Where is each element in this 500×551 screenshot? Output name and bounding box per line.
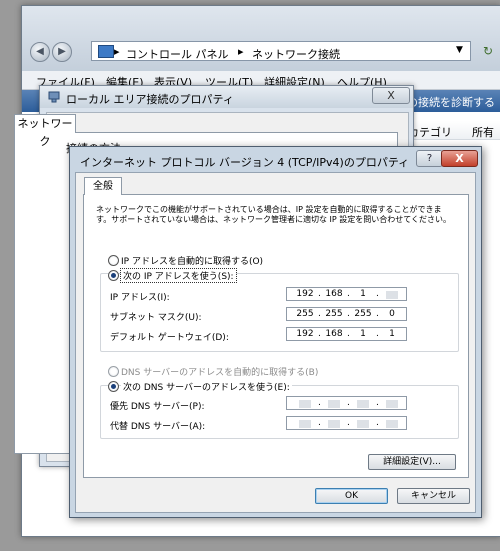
tab-general[interactable]: 全般 bbox=[84, 177, 122, 195]
subnet-mask-field[interactable]: 255 . 255 . 255 . 0 bbox=[286, 307, 407, 321]
breadcrumb-network-connections[interactable]: ネットワーク接続 bbox=[252, 46, 340, 62]
back-button[interactable]: ◀ bbox=[30, 42, 50, 62]
ip-auto-radio[interactable] bbox=[108, 255, 119, 266]
ok-button[interactable]: OK bbox=[315, 488, 388, 504]
alternate-dns-field[interactable]: . . . bbox=[286, 416, 407, 430]
gateway-octet-4: 1 bbox=[389, 329, 395, 339]
breadcrumb-separator: ▸ bbox=[238, 45, 244, 58]
lac-title: ローカル エリア接続のプロパティ bbox=[66, 93, 234, 106]
ip-octet-3: 1 bbox=[360, 289, 366, 299]
gateway-octet-2: 168 bbox=[325, 329, 343, 339]
refresh-icon[interactable]: ↻ bbox=[480, 42, 496, 60]
dns-manual-label[interactable]: 次の DNS サーバーのアドレスを使う(E): bbox=[121, 380, 292, 393]
dns-auto-radio[interactable] bbox=[108, 366, 119, 377]
ip-octet-2: 168 bbox=[325, 289, 343, 299]
ip-octet-4-redacted bbox=[386, 291, 398, 299]
breadcrumb-control-panel[interactable]: コントロール パネル bbox=[126, 46, 229, 62]
close-button[interactable]: X bbox=[441, 150, 478, 167]
tab-networking[interactable]: ネットワーク bbox=[14, 114, 76, 148]
ipv4-title: インターネット プロトコル バージョン 4 (TCP/IPv4)のプロパティ bbox=[80, 156, 410, 169]
lac-close-button[interactable]: X bbox=[372, 87, 410, 104]
diagnose-connection-button[interactable]: の接続を診断する bbox=[407, 94, 495, 110]
breadcrumb-separator: ▸ bbox=[114, 45, 120, 58]
ip-address-label: IP アドレス(I): bbox=[110, 293, 170, 303]
description-text: ネットワークでこの機能がサポートされている場合は、IP 設定を自動的に取得するこ… bbox=[96, 205, 451, 224]
address-dropdown-icon[interactable]: ▼ bbox=[456, 45, 463, 55]
mask-octet-4: 0 bbox=[389, 309, 395, 319]
ip-manual-radio[interactable] bbox=[108, 270, 119, 281]
forward-button[interactable]: ▶ bbox=[52, 42, 72, 62]
ip-address-field[interactable]: 192 . 168 . 1 . bbox=[286, 287, 407, 301]
control-panel-icon bbox=[98, 45, 114, 58]
dns-auto-label[interactable]: DNS サーバーのアドレスを自動的に取得する(B) bbox=[121, 365, 318, 378]
preferred-dns-label: 優先 DNS サーバー(P): bbox=[110, 402, 205, 412]
dns-manual-radio[interactable] bbox=[108, 381, 119, 392]
default-gateway-label: デフォルト ゲートウェイ(D): bbox=[110, 333, 229, 343]
gateway-octet-3: 1 bbox=[360, 329, 366, 339]
alternate-dns-label: 代替 DNS サーバー(A): bbox=[110, 422, 206, 432]
cancel-button[interactable]: キャンセル bbox=[397, 488, 470, 504]
address-bar[interactable]: ▸ コントロール パネル ▸ ネットワーク接続 ▼ bbox=[91, 41, 471, 61]
default-gateway-field[interactable]: 192 . 168 . 1 . 1 bbox=[286, 327, 407, 341]
ip-auto-label[interactable]: IP アドレスを自動的に取得する(O) bbox=[121, 254, 263, 267]
ipv4-properties-dialog: インターネット プロトコル バージョン 4 (TCP/IPv4)のプロパティ ?… bbox=[69, 146, 482, 518]
lac-titlebar: ローカル エリア接続のプロパティ X bbox=[40, 86, 413, 108]
subnet-mask-label: サブネット マスク(U): bbox=[110, 313, 202, 323]
network-adapter-icon bbox=[48, 91, 60, 103]
preferred-dns-field[interactable]: . . . bbox=[286, 396, 407, 410]
column-owner-header[interactable]: 所有 bbox=[472, 124, 494, 140]
help-button[interactable]: ? bbox=[416, 150, 443, 167]
mask-octet-1: 255 bbox=[296, 309, 314, 319]
advanced-button[interactable]: 詳細設定(V)... bbox=[368, 454, 456, 470]
ip-manual-label[interactable]: 次の IP アドレスを使う(S): bbox=[120, 268, 237, 283]
column-category-header[interactable]: カテゴリ bbox=[408, 124, 452, 140]
ip-octet-1: 192 bbox=[296, 289, 314, 299]
gateway-octet-1: 192 bbox=[296, 329, 314, 339]
mask-octet-3: 255 bbox=[354, 309, 372, 319]
mask-octet-2: 255 bbox=[325, 309, 343, 319]
